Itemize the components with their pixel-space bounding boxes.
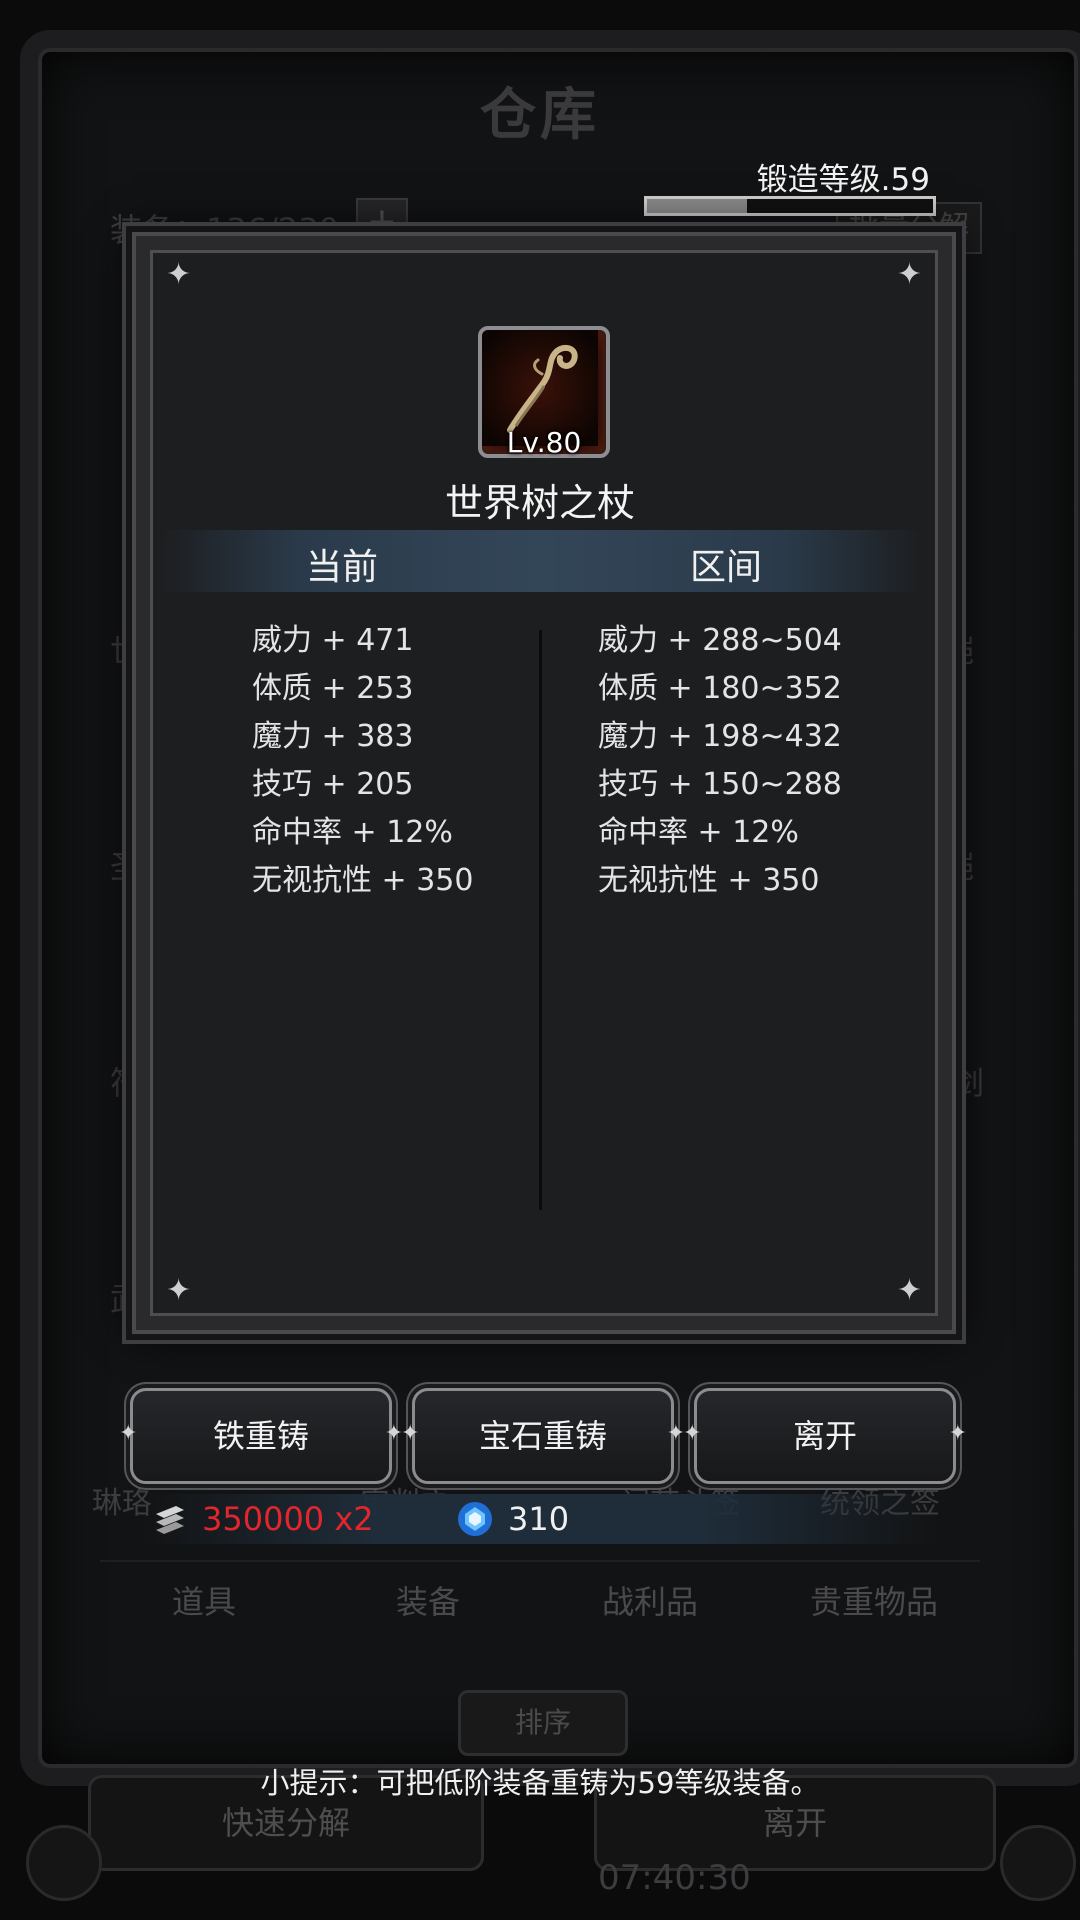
corner-ornament-icon: ✦ (166, 257, 192, 292)
tab-valuables: 贵重物品 (810, 1583, 939, 1621)
gem-count: 310 (508, 1500, 570, 1538)
leave-button[interactable]: 离开 (683, 1388, 967, 1484)
bg-timer: 07:40:30 (598, 1858, 751, 1898)
bg-add-circle (1000, 1825, 1076, 1901)
column-divider (539, 630, 542, 1210)
gem-icon (458, 1502, 492, 1536)
range-stat: 命中率 + 12% (598, 815, 799, 850)
iron-ingot-icon (156, 1506, 184, 1534)
corner-ornament-icon: ✦ (896, 257, 922, 292)
current-stat: 魔力 + 383 (252, 719, 414, 754)
item-name: 世界树之杖 (444, 481, 635, 525)
current-stat: 威力 + 471 (252, 623, 414, 658)
tab-loot: 战利品 (602, 1583, 699, 1621)
tab-items: 道具 (172, 1583, 237, 1621)
iron-recast-button[interactable]: 铁重铸 (119, 1388, 403, 1484)
current-column-heading: 当前 (306, 547, 379, 588)
stats-header-band (162, 530, 922, 592)
range-stat: 技巧 + 150~288 (598, 767, 842, 802)
range-stat: 魔力 + 198~432 (598, 719, 842, 754)
current-stat: 命中率 + 12% (252, 815, 453, 850)
sort-button: 排序 (458, 1690, 628, 1756)
forge-progress-fill (647, 199, 748, 213)
forge-progress-bar (644, 196, 936, 216)
warehouse-title: 仓库 (480, 83, 600, 148)
range-column-heading: 区间 (690, 547, 763, 588)
range-stat: 无视抗性 + 350 (598, 863, 820, 898)
iron-cost: 350000 x2 (202, 1500, 374, 1538)
corner-ornament-icon: ✦ (166, 1273, 192, 1308)
tip-text: 小提示：可把低阶装备重铸为59等级装备。 (260, 1766, 820, 1800)
current-stat: 体质 + 253 (252, 671, 414, 706)
tab-equipment: 装备 (396, 1583, 461, 1621)
bg-menu-circle (26, 1825, 102, 1901)
range-stat: 体质 + 180~352 (598, 671, 842, 706)
forge-level-label: 锻造等级.59 (756, 162, 930, 198)
item-level-label: Lv.80 (506, 426, 582, 459)
corner-ornament-icon: ✦ (896, 1273, 922, 1308)
current-stat: 技巧 + 205 (252, 767, 414, 802)
current-stat: 无视抗性 + 350 (252, 863, 474, 898)
gem-recast-button[interactable]: 宝石重铸 (401, 1388, 685, 1484)
range-stat: 威力 + 288~504 (598, 623, 842, 658)
